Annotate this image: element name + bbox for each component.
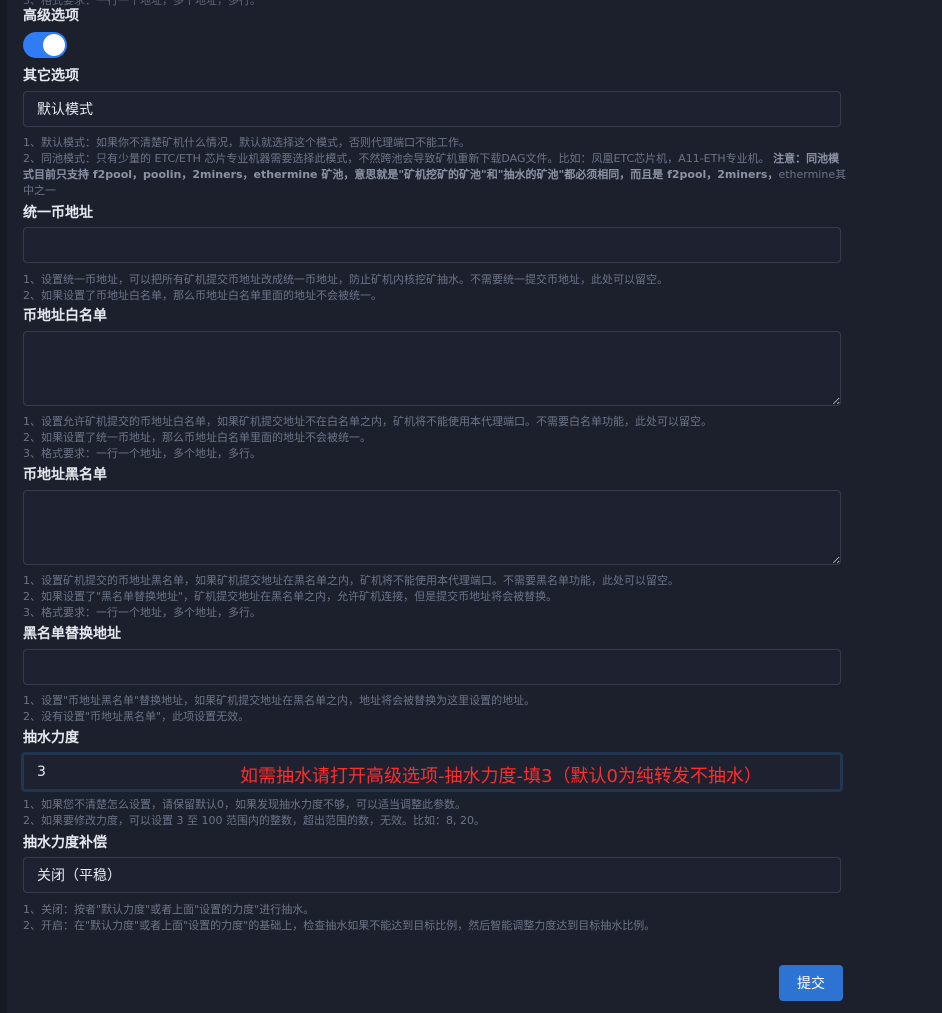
hint-line: 2、如果设置了币地址白名单，那么币地址白名单里面的地址不会被统一。 <box>23 289 382 302</box>
blacklist-hint: 1、设置矿机提交的币地址黑名单，如果矿机提交地址在黑名单之内，矿机将不能使用本代… <box>23 573 848 621</box>
hint-normal: 2、同池模式：只有少量的 ETC/ETH 芯片专业机器需要选择此模式，不然跨池会… <box>23 152 770 165</box>
fee-compensation-select[interactable]: 关闭（平稳） <box>23 857 841 893</box>
hint-line: 1、设置矿机提交的币地址黑名单，如果矿机提交地址在黑名单之内，矿机将不能使用本代… <box>23 574 679 587</box>
blacklist-textarea[interactable] <box>23 490 841 565</box>
hint-line: 3、格式要求：一行一个地址，多个地址，多行。 <box>23 447 261 460</box>
blacklist-replace-hint: 1、设置"币地址黑名单"替换地址，如果矿机提交地址在黑名单之内，地址将会被替换为… <box>23 693 848 725</box>
fee-overlay-note: 如需抽水请打开高级选项-抽水力度-填3（默认0为纯转发不抽水） <box>240 766 762 787</box>
unified-address-input[interactable] <box>23 227 841 263</box>
hint-line: 1、关闭：按者"默认力度"或者上面"设置的力度"进行抽水。 <box>23 903 315 916</box>
hint-line: 3、格式要求：一行一个地址，多个地址，多行。 <box>23 606 261 619</box>
hint-line: 2、同池模式：只有少量的 ETC/ETH 芯片专业机器需要选择此模式，不然跨池会… <box>23 151 848 199</box>
whitelist-textarea[interactable] <box>23 331 841 406</box>
hint-line: 2、开启：在"默认力度"或者上面"设置的力度"的基础上，检查抽水如果不能达到目标… <box>23 919 656 932</box>
hint-line: 2、如果要修改力度，可以设置 3 至 100 范围内的整数，超出范围的数，无效。… <box>23 814 485 827</box>
hint-line: 2、没有设置"币地址黑名单"，此项设置无效。 <box>23 710 250 723</box>
fee-strength-label: 抽水力度 <box>23 730 79 746</box>
advanced-toggle[interactable] <box>23 32 67 58</box>
whitelist-label: 币地址白名单 <box>23 308 107 324</box>
unified-address-label: 统一币地址 <box>23 205 93 221</box>
hint-line: 2、如果设置了"黑名单替换地址"，矿机提交地址在黑名单之内，允许矿机连接，但是提… <box>23 590 558 603</box>
hint-line: 1、如果您不清楚怎么设置，请保留默认0，如果发现抽水力度不够，可以适当调整此参数… <box>23 798 466 811</box>
unified-address-hint: 1、设置统一币地址，可以把所有矿机提交币地址改成统一币地址，防止矿机内核挖矿抽水… <box>23 272 848 304</box>
other-options-value: 默认模式 <box>37 102 93 118</box>
fee-compensation-label: 抽水力度补偿 <box>23 835 107 851</box>
other-options-label: 其它选项 <box>23 68 79 84</box>
fee-compensation-hint: 1、关闭：按者"默认力度"或者上面"设置的力度"进行抽水。 2、开启：在"默认力… <box>23 902 848 934</box>
hint-line: 2、如果设置了统一币地址，那么币地址白名单里面的地址不会被统一。 <box>23 431 371 444</box>
fee-compensation-value: 关闭（平稳） <box>37 868 121 884</box>
whitelist-hint: 1、设置允许矿机提交的币地址白名单，如果矿机提交地址不在白名单之内，矿机将不能使… <box>23 414 848 462</box>
other-options-select[interactable]: 默认模式 <box>23 91 841 127</box>
submit-button[interactable]: 提交 <box>779 965 843 1001</box>
blacklist-replace-input[interactable] <box>23 649 841 685</box>
hint-line: 1、设置统一币地址，可以把所有矿机提交币地址改成统一币地址，防止矿机内核挖矿抽水… <box>23 273 668 286</box>
hint-line: 1、设置"币地址黑名单"替换地址，如果矿机提交地址在黑名单之内，地址将会被替换为… <box>23 694 536 707</box>
hint-line: 1、设置允许矿机提交的币地址白名单，如果矿机提交地址不在白名单之内，矿机将不能使… <box>23 415 712 428</box>
other-options-hint: 1、默认模式：如果你不清楚矿机什么情况，默认就选择这个模式，否则代理端口不能工作… <box>23 135 848 199</box>
left-rail <box>0 0 7 1013</box>
blacklist-replace-label: 黑名单替换地址 <box>23 626 121 642</box>
blacklist-label: 币地址黑名单 <box>23 467 107 483</box>
fee-strength-hint: 1、如果您不清楚怎么设置，请保留默认0，如果发现抽水力度不够，可以适当调整此参数… <box>23 797 848 829</box>
advanced-label: 高级选项 <box>23 8 79 24</box>
toggle-knob <box>43 34 65 56</box>
hint-line: 1、默认模式：如果你不清楚矿机什么情况，默认就选择这个模式，否则代理端口不能工作… <box>23 136 470 149</box>
